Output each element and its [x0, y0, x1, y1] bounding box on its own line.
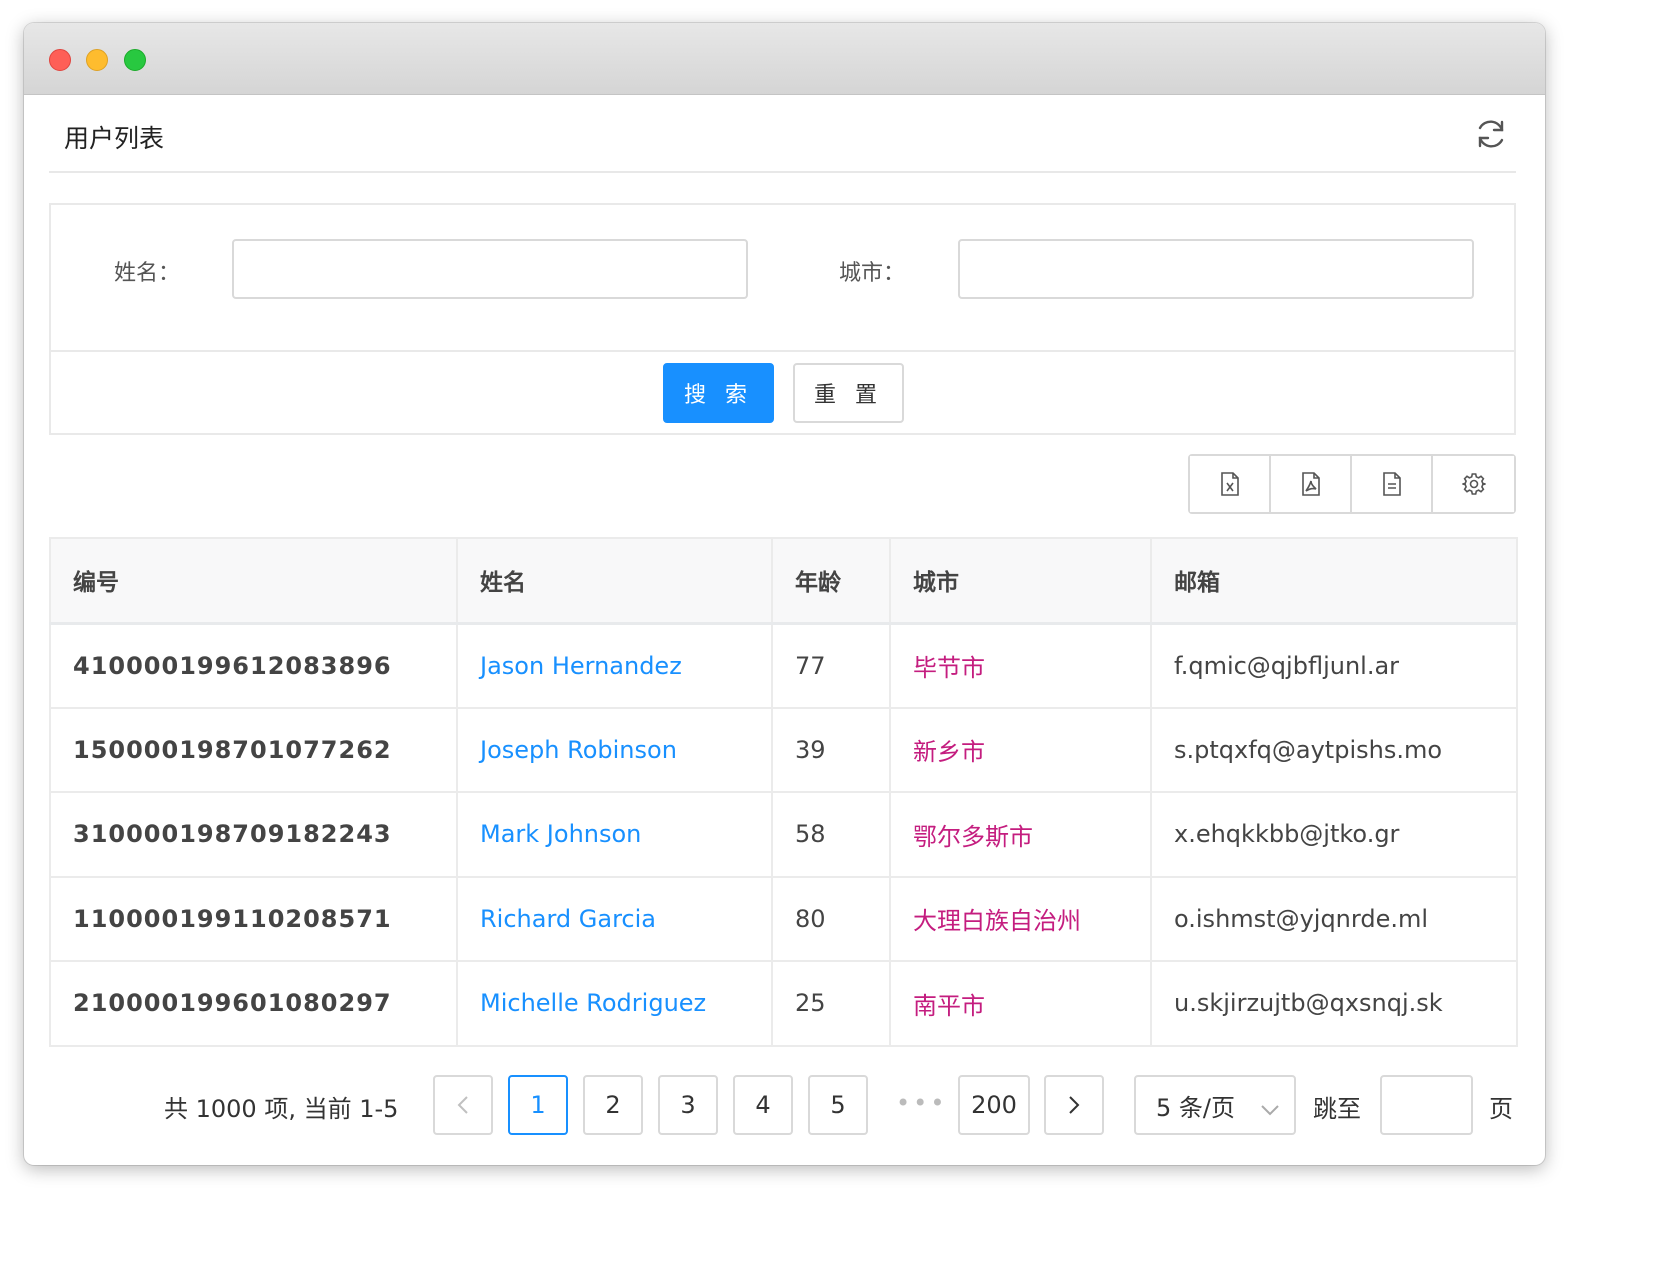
table-toolbar: [1188, 454, 1516, 514]
page-size-select[interactable]: 5 条/页: [1134, 1075, 1296, 1135]
table-row: 310000198709182243 Mark Johnson 58 鄂尔多斯市…: [50, 792, 1517, 877]
page-button-5[interactable]: 5: [808, 1075, 868, 1135]
maximize-window-button[interactable]: [124, 49, 146, 71]
cell-email: s.ptqxfq@aytpishs.mo: [1150, 707, 1517, 792]
table-row: 210000199601080297 Michelle Rodriguez 25…: [50, 961, 1517, 1046]
page-title: 用户列表: [64, 124, 165, 153]
close-window-button[interactable]: [49, 49, 71, 71]
search-panel: 姓名： 城市： 搜 索 重 置: [49, 203, 1516, 435]
cell-city: 鄂尔多斯市: [889, 792, 1151, 877]
cell-email: o.ishmst@yjqnrde.ml: [1150, 876, 1517, 961]
cell-name-link[interactable]: Mark Johnson: [456, 792, 772, 877]
cell-age: 58: [771, 792, 890, 877]
cell-city: 大理白族自治州: [889, 876, 1151, 961]
pdf-export-icon[interactable]: [1271, 456, 1352, 512]
name-input[interactable]: [232, 239, 748, 299]
cell-age: 77: [771, 623, 890, 708]
pagination-ellipsis[interactable]: •••: [896, 1089, 947, 1117]
cell-age: 39: [771, 707, 890, 792]
cell-city: 毕节市: [889, 623, 1151, 708]
cell-city: 新乡市: [889, 707, 1151, 792]
pagination-total: 共 1000 项, 当前 1-5: [164, 1095, 399, 1123]
city-field-label: 城市：: [839, 261, 906, 286]
page-button-last[interactable]: 200: [958, 1075, 1030, 1135]
cell-city: 南平市: [889, 961, 1151, 1046]
cell-id: 310000198709182243: [73, 820, 392, 849]
user-table: 编号 姓名 年龄 城市 邮箱 410000199612083896 Jason …: [49, 537, 1518, 1047]
cell-name-link[interactable]: Richard Garcia: [456, 876, 772, 961]
column-header-name[interactable]: 姓名: [456, 538, 772, 625]
city-input[interactable]: [958, 239, 1474, 299]
refresh-icon[interactable]: [1474, 117, 1508, 151]
page-suffix-label: 页: [1489, 1095, 1513, 1123]
window-titlebar: [24, 23, 1545, 95]
column-header-id[interactable]: 编号: [50, 538, 457, 625]
cell-name-link[interactable]: Joseph Robinson: [456, 707, 772, 792]
page-button-2[interactable]: 2: [583, 1075, 643, 1135]
cell-age: 80: [771, 876, 890, 961]
next-page-button[interactable]: [1044, 1075, 1104, 1135]
page-button-4[interactable]: 4: [733, 1075, 793, 1135]
jump-to-label: 跳至: [1313, 1095, 1361, 1123]
table-row: 150000198701077262 Joseph Robinson 39 新乡…: [50, 707, 1517, 792]
chevron-down-icon: [1260, 1095, 1280, 1123]
reset-button[interactable]: 重 置: [793, 363, 904, 423]
name-field-label: 姓名：: [114, 261, 181, 286]
page-size-value: 5 条/页: [1156, 1093, 1235, 1122]
page-header: 用户列表: [49, 95, 1516, 173]
cell-email: u.skjirzujtb@qxsnqj.sk: [1150, 961, 1517, 1046]
table-header-row: 编号 姓名 年龄 城市 邮箱: [50, 538, 1517, 625]
cell-email: f.qmic@qjbfljunl.ar: [1150, 623, 1517, 708]
cell-name-link[interactable]: Jason Hernandez: [456, 623, 772, 708]
csv-export-icon[interactable]: [1352, 456, 1433, 512]
column-header-email[interactable]: 邮箱: [1150, 538, 1517, 625]
settings-icon[interactable]: [1433, 456, 1514, 512]
search-button[interactable]: 搜 索: [663, 363, 774, 423]
page-button-3[interactable]: 3: [658, 1075, 718, 1135]
pagination: 共 1000 项, 当前 1-5 1 2 3 4 5 ••• 200 5 条/页…: [49, 1075, 1516, 1137]
cell-age: 25: [771, 961, 890, 1046]
minimize-window-button[interactable]: [86, 49, 108, 71]
cell-email: x.ehqkkbb@jtko.gr: [1150, 792, 1517, 877]
prev-page-button[interactable]: [433, 1075, 493, 1135]
cell-id: 110000199110208571: [73, 904, 392, 933]
page-button-1[interactable]: 1: [508, 1075, 568, 1135]
table-row: 410000199612083896 Jason Hernandez 77 毕节…: [50, 623, 1517, 708]
cell-name-link[interactable]: Michelle Rodriguez: [456, 961, 772, 1046]
cell-id: 410000199612083896: [73, 651, 392, 680]
cell-id: 150000198701077262: [73, 735, 392, 764]
main-content: 用户列表 姓名： 城市： 搜 索 重 置 编号 姓名 年龄 城市 邮箱 4100…: [49, 95, 1518, 1135]
table-row: 110000199110208571 Richard Garcia 80 大理白…: [50, 876, 1517, 961]
search-divider: [51, 350, 1514, 352]
excel-export-icon[interactable]: [1190, 456, 1271, 512]
column-header-age[interactable]: 年龄: [771, 538, 890, 625]
cell-id: 210000199601080297: [73, 989, 392, 1018]
app-window: 用户列表 姓名： 城市： 搜 索 重 置 编号 姓名 年龄 城市 邮箱 4100…: [24, 23, 1545, 1165]
jump-to-page-input[interactable]: [1380, 1075, 1473, 1135]
column-header-city[interactable]: 城市: [889, 538, 1151, 625]
